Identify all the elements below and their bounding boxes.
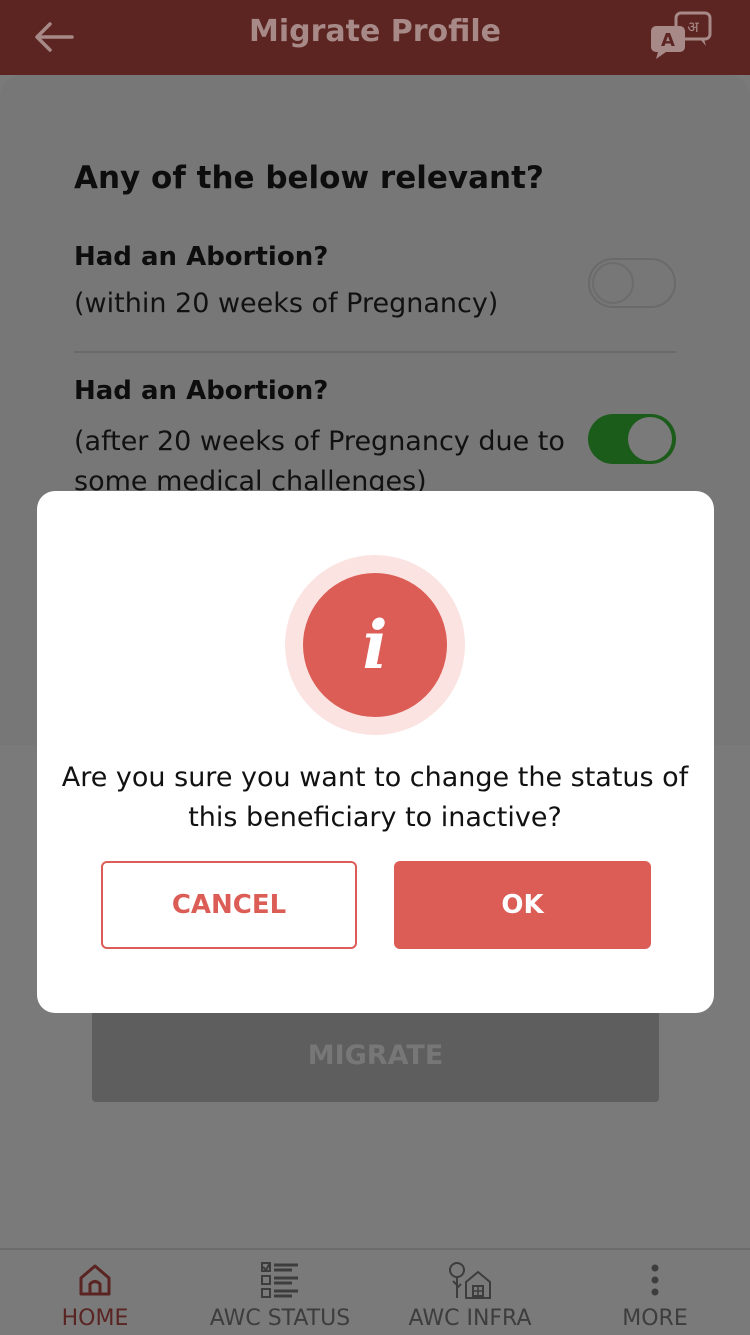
app-header: Migrate Profile A अ [0, 0, 750, 75]
dialog-message: Are you sure you want to change the stat… [61, 762, 689, 833]
page-title: Migrate Profile [248, 14, 502, 49]
translate-icon[interactable]: A अ [648, 10, 714, 60]
divider [74, 351, 676, 353]
home-icon [79, 1264, 111, 1296]
more-vertical-icon [651, 1264, 659, 1296]
info-icon: i [303, 573, 447, 717]
nav-label: HOME [61, 1306, 129, 1331]
svg-text:A: A [661, 30, 675, 51]
nav-label: AWC STATUS [209, 1306, 351, 1331]
question2-subtitle: (after 20 weeks of Pregnancy due to some… [74, 426, 565, 497]
nav-home[interactable]: HOME [40, 1248, 150, 1333]
question1-toggle[interactable] [588, 258, 676, 308]
cancel-button[interactable]: CANCEL [101, 861, 357, 949]
svg-text:अ: अ [687, 18, 699, 36]
section-heading: Any of the below relevant? [74, 160, 544, 196]
question1-subtitle: (within 20 weeks of Pregnancy) [74, 288, 499, 319]
ok-button[interactable]: OK [394, 861, 651, 949]
checklist-icon [261, 1262, 298, 1298]
question2-title: Had an Abortion? [74, 376, 329, 406]
nav-awc-status[interactable]: AWC STATUS [205, 1248, 355, 1333]
toggle-knob [592, 262, 634, 304]
nav-more[interactable]: MORE [610, 1248, 700, 1333]
building-icon [449, 1262, 491, 1299]
nav-label: MORE [622, 1306, 688, 1331]
question2-toggle[interactable] [588, 414, 676, 464]
nav-label: AWC INFRA [408, 1306, 532, 1331]
migrate-button[interactable]: MIGRATE [92, 1010, 659, 1102]
toggle-knob [628, 417, 672, 461]
question1-title: Had an Abortion? [74, 242, 329, 272]
nav-awc-infra[interactable]: AWC INFRA [400, 1248, 540, 1333]
